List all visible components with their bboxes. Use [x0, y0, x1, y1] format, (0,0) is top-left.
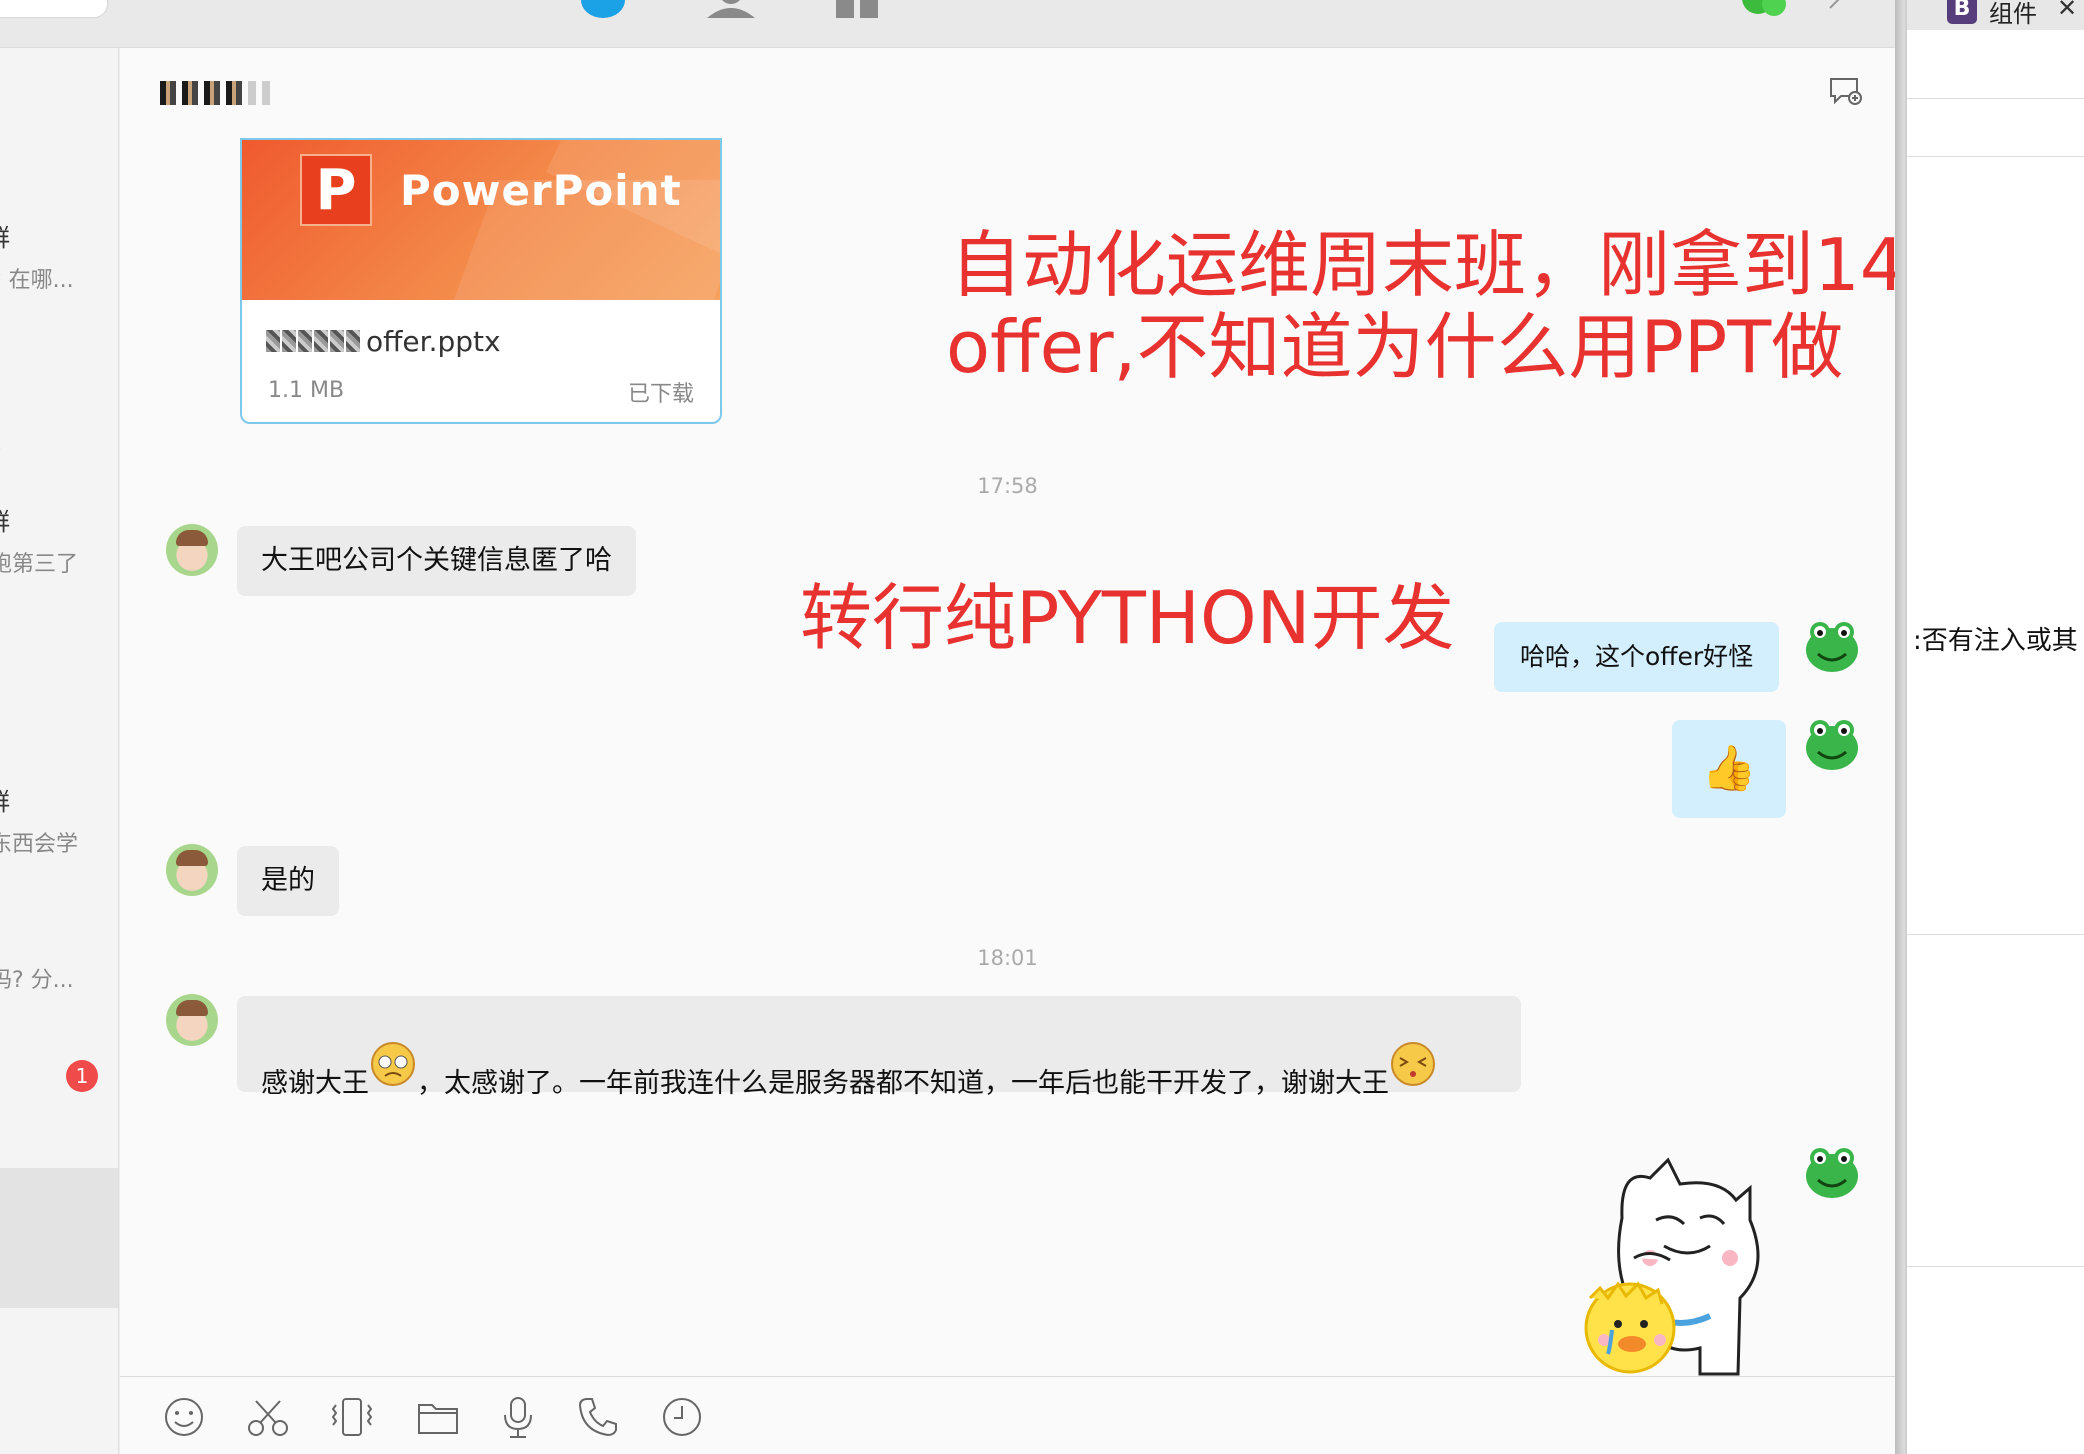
file-name: offer.pptx — [366, 324, 501, 358]
emoji-icon[interactable] — [162, 1395, 206, 1439]
input-toolbar — [120, 1377, 1895, 1454]
contact-name-pixelated — [160, 78, 320, 108]
file-name-row: offer.pptx — [266, 324, 501, 358]
contact-avatar[interactable] — [166, 994, 218, 1046]
contacts-icon[interactable] — [704, 0, 758, 20]
frog-avatar-icon[interactable] — [1804, 1144, 1858, 1198]
conversation-title: 群 — [0, 782, 10, 817]
cat-and-chick-sticker[interactable] — [1560, 1148, 1766, 1376]
add-chat-icon[interactable] — [1829, 76, 1863, 106]
divider — [1907, 156, 2084, 157]
tab-title: 组件 — [1989, 0, 2037, 28]
conversation-title: 群 — [0, 218, 10, 253]
conversation-snippet: ? 在哪... — [0, 268, 74, 293]
message-timestamp: 18:01 — [977, 946, 1038, 970]
browser-tab[interactable]: B 组件 ✕ — [1907, 0, 2084, 30]
file-size: 1.1 MB — [268, 378, 345, 403]
message-timestamp: 17:58 — [977, 474, 1038, 498]
history-clock-icon[interactable] — [660, 1395, 704, 1439]
annotation-text: offer,不知道为什么用PPT做 — [946, 305, 1844, 389]
apps-icon[interactable] — [834, 0, 884, 20]
search-box[interactable] — [0, 0, 108, 18]
annotation-text: 转行纯PYTHON开发 — [800, 576, 1455, 660]
incoming-message[interactable]: 是的 — [237, 846, 339, 916]
contact-avatar[interactable] — [166, 844, 218, 896]
outgoing-message[interactable]: 哈哈，这个offer好怪 — [1494, 622, 1780, 692]
selected-conversation[interactable] — [0, 1168, 118, 1308]
folder-icon[interactable] — [416, 1395, 460, 1439]
thumbs-up-emoji: 👍 — [1701, 743, 1757, 794]
top-bar — [0, 0, 1895, 48]
crying-emoji-icon — [371, 1042, 415, 1086]
kissing-emoji-icon — [1391, 1042, 1435, 1086]
conversation-list: 群 ? 在哪... ? 群 跑第三了 群 东西会学 吗? 分... 1 — [0, 48, 119, 1454]
conversation-snippet: 吗? 分... — [0, 968, 74, 993]
chat-bubble-icon[interactable] — [578, 0, 628, 20]
frog-avatar-icon[interactable] — [1804, 716, 1858, 770]
bootstrap-logo-icon: B — [1947, 0, 1977, 24]
powerpoint-banner: P PowerPoint — [242, 140, 720, 320]
powerpoint-logo-icon: P — [300, 154, 372, 226]
divider — [1907, 934, 2084, 935]
background-browser-window: B 组件 ✕ :否有注入或其 — [1905, 0, 2084, 1454]
frog-avatar-icon[interactable] — [1804, 618, 1858, 672]
message-text: ，太感谢了。一年前我连什么是服务器都不知道，一年后也能干开发了，谢谢大王 — [417, 1068, 1389, 1099]
chat-header — [120, 48, 1895, 138]
wechat-icon[interactable] — [1738, 0, 1794, 20]
incoming-message[interactable]: 感谢大王 ，太感谢了。一年前我连什么是服务器都不知道，一年后也能干开发了，谢谢大王 — [237, 996, 1521, 1097]
conversation-snippet: 东西会学 — [0, 832, 79, 857]
scissors-icon[interactable] — [246, 1395, 290, 1439]
microphone-icon[interactable] — [496, 1395, 540, 1439]
expand-icon[interactable] — [1826, 0, 1850, 12]
phone-icon[interactable] — [576, 1395, 620, 1439]
divider — [1907, 1266, 2084, 1267]
thumbs-up-message[interactable]: 👍 — [1672, 720, 1786, 818]
conversation-title: 群 — [0, 502, 10, 537]
divider — [1907, 98, 2084, 99]
close-icon[interactable]: ✕ — [2057, 0, 2077, 22]
conversation-snippet: 跑第三了 — [0, 552, 79, 577]
contact-avatar[interactable] — [166, 524, 218, 576]
conversation-snippet: ? — [0, 442, 2, 467]
message-text: 感谢大王 — [261, 1068, 369, 1099]
powerpoint-title: PowerPoint — [400, 166, 682, 215]
file-download-status: 已下载 — [627, 382, 694, 407]
unread-badge: 1 — [66, 1060, 98, 1092]
incoming-message[interactable]: 大王吧公司个关键信息匿了哈 — [237, 526, 636, 596]
chat-window: P PowerPoint offer.pptx 1.1 MB 已下载 17:58… — [120, 48, 2025, 1454]
file-message-card[interactable]: P PowerPoint offer.pptx 1.1 MB 已下载 — [240, 138, 722, 424]
shake-icon[interactable] — [330, 1395, 374, 1439]
browser-content-text: :否有注入或其 — [1913, 626, 2078, 656]
annotation-text: 自动化运维周末班，刚拿到14K的 — [950, 223, 2025, 307]
